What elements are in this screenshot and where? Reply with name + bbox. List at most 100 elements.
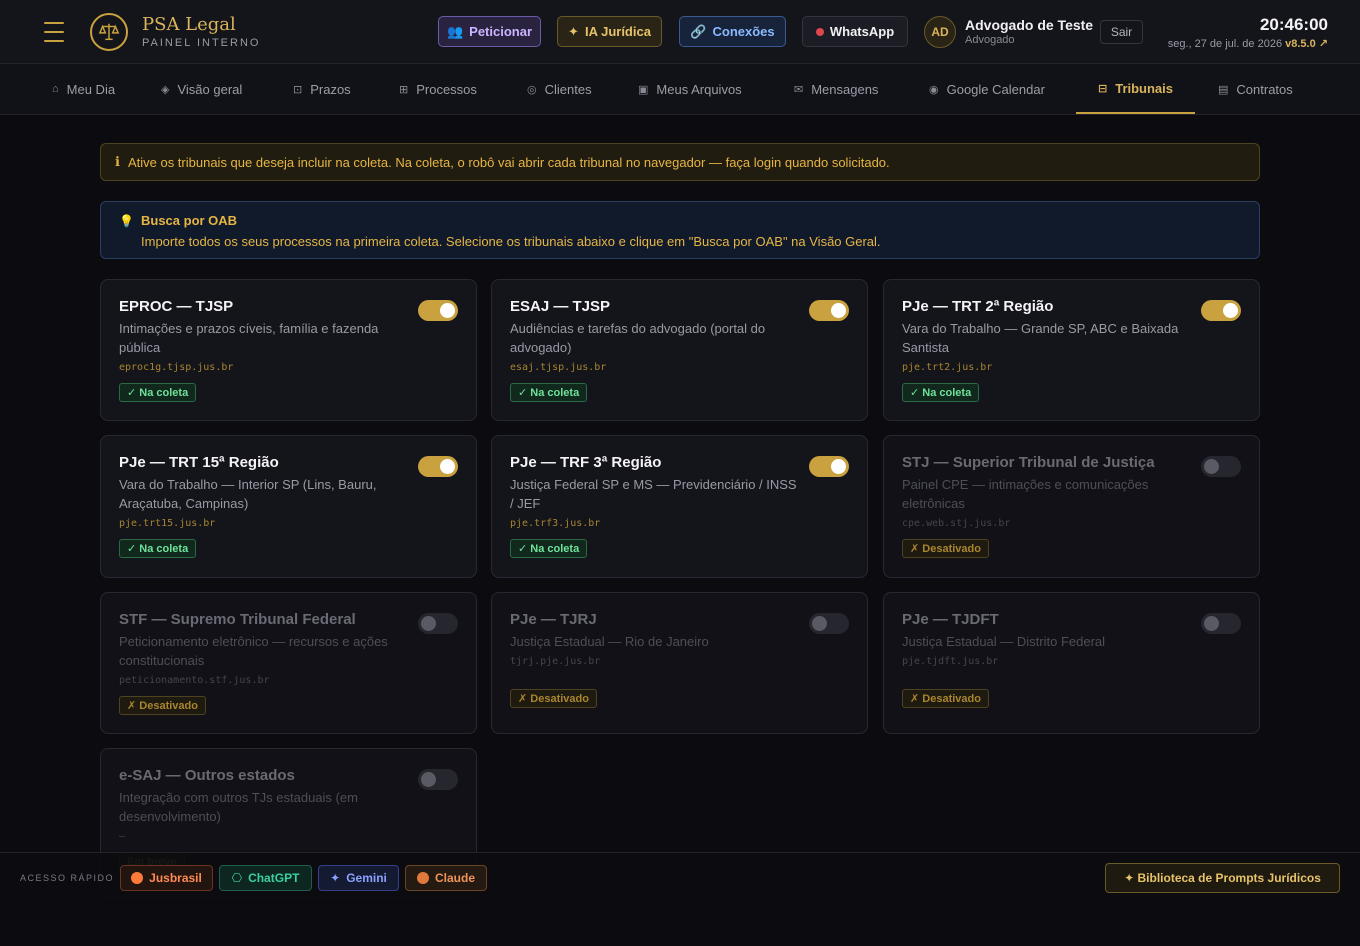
- tribunal-description: Peticionamento eletrônico — recursos e a…: [119, 634, 388, 668]
- tribunal-title: STF — Supremo Tribunal Federal: [119, 611, 356, 628]
- warning-banner: ℹ Ative os tribunais que deseja incluir …: [100, 143, 1260, 181]
- tribunal-toggle[interactable]: [418, 456, 458, 477]
- avatar[interactable]: AD: [924, 16, 956, 48]
- tribunal-toggle[interactable]: [809, 613, 849, 634]
- tribunal-card: EPROC — TJSP Intimações e prazos cíveis, …: [100, 279, 477, 421]
- grid-icon: ⊞: [399, 83, 409, 96]
- tribunal-toggle[interactable]: [418, 613, 458, 634]
- tribunal-toggle[interactable]: [1201, 300, 1241, 321]
- tribunal-domain: cpe.web.stj.jus.br: [902, 518, 1011, 529]
- jusbrasil-button[interactable]: Jusbrasil: [120, 865, 213, 891]
- date-line: seg., 27 de jul. de 2026 v8.5.0 ↗: [1168, 37, 1328, 50]
- jusbrasil-icon: [131, 872, 144, 884]
- tab-google-calendar[interactable]: ◉ Google Calendar: [929, 64, 1045, 114]
- status-badge: ✗ Desativado: [902, 539, 989, 558]
- scales-logo-icon: [90, 13, 128, 51]
- tab-prazos[interactable]: ⊡ Prazos: [293, 64, 351, 114]
- tribunal-title: e-SAJ — Outros estados: [119, 767, 295, 784]
- tribunal-toggle[interactable]: [809, 300, 849, 321]
- tab-tribunais[interactable]: ⊟ Tribunais: [1076, 64, 1196, 114]
- user-name: Advogado de Teste: [965, 17, 1094, 33]
- lightbulb-icon: 💡: [119, 214, 134, 228]
- tribunal-title: PJe — TRT 2ª Região: [902, 298, 1054, 315]
- main-nav: ⌂ Meu Dia ◈ Visão geral ⊡ Prazos ⊞ Processos…: [0, 64, 1360, 115]
- info-icon: ℹ: [115, 154, 120, 169]
- logout-button[interactable]: Sair: [1100, 20, 1143, 44]
- tribunal-title: PJe — TRF 3ª Região: [510, 454, 662, 471]
- gemini-sparkle-icon: ✦: [330, 871, 341, 885]
- tribunal-card: PJe — TRT 15ª Região Vara do Trabalho — I…: [100, 435, 477, 578]
- tab-visao-geral[interactable]: ◈ Visão geral: [161, 64, 242, 114]
- version-link[interactable]: v8.5.0 ↗: [1285, 38, 1328, 50]
- whatsapp-button[interactable]: WhatsApp: [802, 16, 908, 47]
- claude-icon: [416, 872, 429, 884]
- status-badge: ✓ Na coleta: [119, 383, 197, 402]
- tab-processos[interactable]: ⊞ Processos: [399, 64, 477, 114]
- brand-subtitle: PAINEL INTERNO: [142, 37, 261, 49]
- status-badge: ✓ Na coleta: [902, 383, 980, 402]
- claude-button[interactable]: Claude: [405, 865, 487, 891]
- tribunal-card: PJe — TRF 3ª Região Justiça Federal SP e …: [491, 435, 868, 578]
- mail-icon: ✉: [794, 83, 804, 96]
- toggle-knob: [440, 303, 455, 318]
- document-icon: ▤: [1218, 83, 1229, 96]
- target-icon: ◎: [527, 83, 537, 96]
- sparkle-icon: ✦: [568, 23, 579, 39]
- tribunal-toggle[interactable]: [1201, 613, 1241, 634]
- tribunal-description: Painel CPE — intimações e comunicações e…: [902, 477, 1149, 511]
- circle-dot-icon: ◉: [929, 83, 939, 96]
- toggle-knob: [421, 772, 436, 787]
- peticionar-button[interactable]: 👥 Peticionar: [438, 16, 541, 47]
- quick-access-bar: ACESSO RÁPIDO Jusbrasil ⎔ ChatGPT ✦ Gemi…: [0, 852, 1360, 902]
- toggle-knob: [1204, 459, 1219, 474]
- brand: PSA Legal PAINEL INTERNO: [142, 14, 260, 49]
- tribunal-toggle[interactable]: [418, 300, 458, 321]
- warning-text: Ative os tribunais que deseja incluir na…: [127, 154, 890, 170]
- tribunal-title: STJ — Superior Tribunal de Justiça: [902, 454, 1155, 471]
- tribunal-card: PJe — TJDFT Justiça Estadual — Distrito F…: [883, 592, 1260, 734]
- tribunal-domain: pje.tjdft.jus.br: [902, 656, 999, 667]
- tribunal-card: PJe — TRT 2ª Região Vara do Trabalho — Gr…: [883, 279, 1260, 421]
- current-date: seg., 27 de jul. de 2026: [1167, 38, 1283, 50]
- tab-clientes[interactable]: ◎ Clientes: [527, 64, 592, 114]
- chatgpt-button[interactable]: ⎔ ChatGPT: [219, 865, 312, 891]
- status-badge: ✓ Na coleta: [510, 383, 588, 402]
- status-dot-icon: [815, 27, 824, 36]
- tribunal-card: ESAJ — TJSP Audiências e tarefas do advog…: [491, 279, 868, 421]
- tribunal-description: Vara do Trabalho — Interior SP (Lins, Ba…: [119, 477, 377, 511]
- gemini-button[interactable]: ✦ Gemini: [318, 865, 399, 891]
- tribunal-description: Vara do Trabalho — Grande SP, ABC e Baix…: [902, 321, 1179, 355]
- tribunal-domain: eproc1g.tjsp.jus.br: [119, 362, 234, 373]
- quick-access-label: ACESSO RÁPIDO: [20, 873, 115, 883]
- tribunal-card: STF — Supremo Tribunal Federal Peticionam…: [100, 592, 477, 734]
- status-badge: ✗ Desativado: [119, 696, 206, 715]
- tribunal-domain: peticionamento.stf.jus.br: [119, 675, 270, 686]
- ia-juridica-button[interactable]: ✦ IA Jurídica: [557, 16, 662, 47]
- tribunal-toggle[interactable]: [418, 769, 458, 790]
- tribunal-description: Justiça Estadual — Distrito Federal: [902, 634, 1106, 649]
- top-header: PSA Legal PAINEL INTERNO 👥 Peticionar ✦ …: [0, 0, 1360, 64]
- tab-meu-dia[interactable]: ⌂ Meu Dia: [52, 64, 115, 114]
- tribunal-card: STJ — Superior Tribunal de Justiça Painel…: [883, 435, 1260, 578]
- tribunal-description: Justiça Estadual — Rio de Janeiro: [510, 634, 709, 649]
- tribunal-card: PJe — TJRJ Justiça Estadual — Rio de Jane…: [491, 592, 868, 734]
- conexoes-button[interactable]: 🔗 Conexões: [679, 16, 786, 47]
- tribunal-domain: pje.trt2.jus.br: [902, 362, 993, 373]
- toggle-knob: [1204, 616, 1219, 631]
- tab-contratos[interactable]: ▤ Contratos: [1218, 64, 1293, 114]
- status-badge: ✓ Na coleta: [119, 539, 197, 558]
- tribunal-title: PJe — TRT 15ª Região: [119, 454, 279, 471]
- menu-icon[interactable]: [44, 22, 64, 42]
- tribunal-description: Justiça Federal SP e MS — Previdenciário…: [510, 477, 797, 511]
- home-icon: ⌂: [52, 83, 59, 95]
- tribunal-toggle[interactable]: [809, 456, 849, 477]
- toggle-knob: [440, 459, 455, 474]
- tribunal-toggle[interactable]: [1201, 456, 1241, 477]
- tribunal-title: PJe — TJRJ: [510, 611, 597, 628]
- tab-meus-arquivos[interactable]: ▣ Meus Arquivos: [638, 64, 742, 114]
- prompt-library-button[interactable]: ✦ Biblioteca de Prompts Jurídicos: [1105, 863, 1340, 893]
- status-badge: ✓ Na coleta: [510, 539, 588, 558]
- tribunal-title: EPROC — TJSP: [119, 298, 234, 315]
- tab-mensagens[interactable]: ✉ Mensagens: [794, 64, 878, 114]
- toggle-knob: [831, 303, 846, 318]
